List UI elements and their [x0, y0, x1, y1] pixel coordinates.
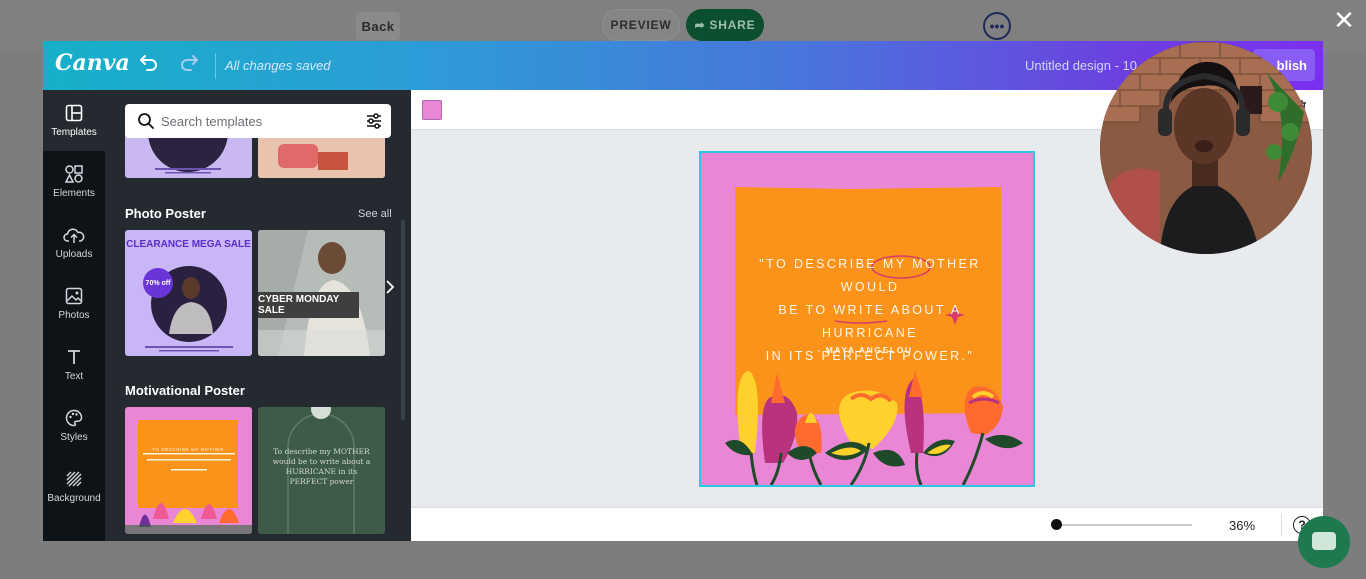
section-title-photo-poster: Photo Poster	[125, 206, 206, 221]
close-icon[interactable]: ✕	[1330, 5, 1358, 35]
sidebar-item-photos[interactable]: Photos	[43, 273, 105, 334]
elements-icon	[63, 164, 85, 184]
search-templates	[125, 104, 391, 138]
text-icon	[63, 347, 85, 367]
template-thumb-motivational-green[interactable]: To describe my MOTHER would be to write …	[258, 407, 385, 534]
sidebar-item-label: Templates	[51, 127, 97, 138]
quote-line1-pre: "TO DESCRIBE MY	[759, 257, 913, 271]
sidebar-item-elements[interactable]: Elements	[43, 151, 105, 212]
quote-highlight-mother: MOTHER	[912, 257, 981, 271]
photo-icon	[63, 286, 85, 306]
chat-icon	[1312, 532, 1336, 550]
preview-button[interactable]: PREVIEW	[602, 9, 680, 41]
template-thumb-clearance[interactable]: CLEARANCE MEGA SALE 70% off	[125, 230, 252, 356]
templates-icon	[63, 103, 85, 123]
background-pattern-icon	[63, 469, 85, 489]
sidebar-item-label: Background	[47, 493, 101, 504]
template-thumb-cyber-monday[interactable]: CYBER MONDAY SALE	[258, 230, 385, 356]
panel-scrollbar[interactable]	[401, 220, 405, 420]
quote-line2: BE TO WRITE ABOUT A HURRICANE	[778, 303, 962, 340]
back-button[interactable]: Back	[356, 12, 400, 40]
share-button[interactable]: ➦ SHARE	[686, 9, 764, 41]
webcam-video-bubble	[1100, 42, 1312, 254]
zoom-level[interactable]: 36%	[1229, 518, 1255, 533]
sidebar-item-styles[interactable]: Styles	[43, 395, 105, 456]
sidebar-item-templates[interactable]: Templates	[43, 90, 105, 151]
search-icon	[137, 112, 155, 135]
sidebar-item-text[interactable]: Text	[43, 334, 105, 395]
section-title-motivational-poster: Motivational Poster	[125, 383, 245, 398]
design-title[interactable]: Untitled design - 10	[1025, 58, 1137, 73]
see-all-link[interactable]: See all	[358, 208, 392, 220]
undo-icon[interactable]	[139, 53, 159, 77]
thumb-heading: To describe my MOTHER would be to write …	[272, 447, 371, 486]
more-options-button[interactable]: •••	[983, 12, 1011, 40]
palette-icon	[63, 408, 85, 428]
redo-icon[interactable]	[179, 53, 199, 77]
share-arrow-icon: ➦	[694, 18, 706, 32]
sidebar-nav: Templates Elements Uploads Photos Text S…	[43, 90, 105, 541]
upload-cloud-icon	[63, 225, 85, 245]
zoom-slider-track[interactable]	[1056, 524, 1192, 526]
save-status: All changes saved	[225, 58, 331, 73]
sidebar-item-uploads[interactable]: Uploads	[43, 212, 105, 273]
template-thumb-motivational-pink[interactable]: TO DESCRIBE MY MOTHER	[125, 407, 252, 534]
background-color-swatch[interactable]	[422, 100, 442, 120]
design-page[interactable]: "TO DESCRIBE MY MOTHER WOULD BE TO WRITE…	[699, 151, 1035, 487]
canva-logo: Canva	[55, 50, 130, 76]
sidebar-item-label: Uploads	[55, 249, 93, 260]
templates-panel: Photo Poster See all CLEARANCE MEGA SALE…	[105, 90, 411, 541]
sidebar-item-label: Photos	[58, 310, 90, 321]
sidebar-item-label: Text	[64, 371, 84, 382]
chevron-right-icon[interactable]	[385, 280, 395, 299]
bottom-divider	[1281, 514, 1282, 536]
quote-line1-post: WOULD	[840, 280, 900, 294]
search-input[interactable]	[161, 111, 351, 131]
sidebar-item-background[interactable]: Background	[43, 456, 105, 517]
chat-support-button[interactable]	[1298, 516, 1350, 568]
filter-sliders-icon[interactable]	[365, 112, 383, 135]
discount-badge: 70% off	[143, 268, 173, 298]
share-label: SHARE	[709, 18, 756, 32]
thumb-heading: CYBER MONDAY SALE	[258, 292, 359, 318]
zoom-slider-handle[interactable]	[1051, 519, 1062, 530]
sidebar-item-label: Styles	[60, 432, 88, 443]
zoom-bar: 36% ?	[411, 507, 1323, 541]
toolbar-divider	[215, 53, 216, 79]
quote-author[interactable]: - MAYA ANGELOU	[745, 345, 985, 355]
sidebar-item-label: Elements	[53, 188, 95, 199]
